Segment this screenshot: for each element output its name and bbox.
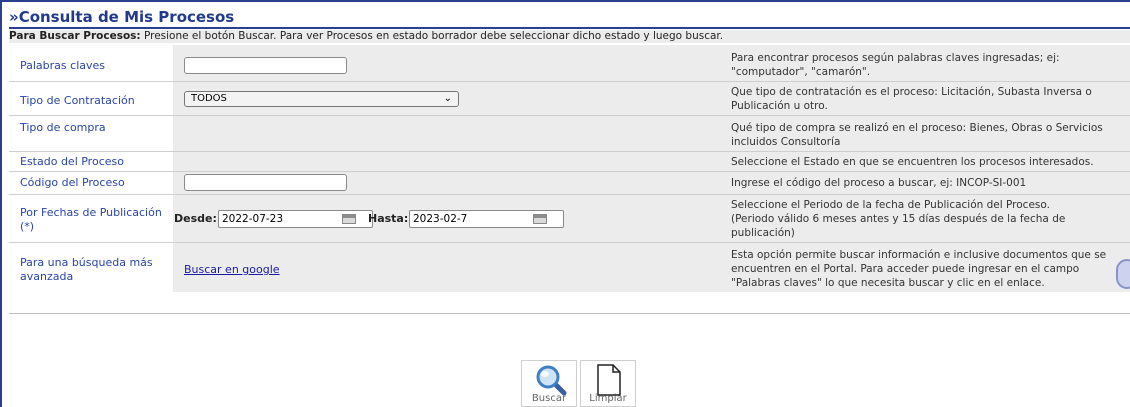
magnifier-icon xyxy=(536,365,567,396)
row-advanced: Para una búsqueda más avanzada Buscar en… xyxy=(9,243,1130,292)
clear-button[interactable]: Limpiar xyxy=(580,360,636,407)
contract-type-select[interactable]: TODOS ⌄ xyxy=(184,91,459,107)
contract-type-label: Tipo de Contratación xyxy=(20,94,135,107)
to-date-label: Hasta: xyxy=(368,212,409,225)
code-help: Ingrese el código del proceso a buscar, … xyxy=(731,177,1027,189)
row-status: Estado del Proceso Seleccione el Estado … xyxy=(9,152,1130,172)
search-button[interactable]: Buscar xyxy=(521,360,577,407)
status-help: Seleccione el Estado en que se encuentre… xyxy=(731,156,1094,168)
contract-type-selected: TODOS xyxy=(191,93,227,104)
keywords-help-line1: Para encontrar procesos según palabras c… xyxy=(731,52,1060,64)
blank-document-icon xyxy=(597,364,621,396)
chevron-down-icon: ⌄ xyxy=(443,93,452,104)
contract-type-help-line1: Que tipo de contratación es el proceso: … xyxy=(731,86,1092,98)
code-input[interactable] xyxy=(184,174,347,191)
row-keywords: Palabras claves Para encontrar procesos … xyxy=(9,45,1130,82)
dates-label-line1: Por Fechas de Publicación xyxy=(20,206,162,219)
advanced-help-line1: Esta opción permite buscar información e… xyxy=(731,249,1107,261)
clear-button-label: Limpiar xyxy=(589,393,627,404)
row-code: Código del Proceso Ingrese el código del… xyxy=(9,172,1130,195)
row-purchase-type: Tipo de compra Qué tipo de compra se rea… xyxy=(9,116,1130,152)
instructions-bold: Para Buscar Procesos: xyxy=(9,30,141,42)
keywords-input[interactable] xyxy=(184,57,347,74)
dates-label-line2: (*) xyxy=(20,220,35,233)
search-form: Palabras claves Para encontrar procesos … xyxy=(9,45,1130,314)
dates-help-line1: Seleccione el Periodo de la fecha de Pub… xyxy=(731,199,1050,211)
search-button-label: Buscar xyxy=(531,393,567,404)
advanced-label-line2: avanzada xyxy=(20,270,74,283)
google-search-link[interactable]: Buscar en google xyxy=(184,263,280,276)
keywords-label: Palabras claves xyxy=(20,59,106,72)
instructions-text: Presione el botón Buscar. Para ver Proce… xyxy=(140,30,724,42)
code-label: Código del Proceso xyxy=(20,176,125,189)
search-instructions: Para Buscar Procesos: Presione el botón … xyxy=(9,30,1130,43)
page-title: »Consulta de Mis Procesos xyxy=(9,9,1130,29)
from-date-label: Desde: xyxy=(174,212,217,225)
dates-help-line3: publicación) xyxy=(731,227,795,239)
purchase-type-help-line1: Qué tipo de compra se realizó en el proc… xyxy=(731,122,1103,134)
purchase-type-help-line2: incluidos Consultoría xyxy=(731,136,841,148)
status-label: Estado del Proceso xyxy=(20,155,124,168)
advanced-help-line2: encuentren en el Portal. Para acceder pu… xyxy=(731,263,1080,275)
contract-type-help-line2: Publicación u otro. xyxy=(731,100,828,112)
dates-help-line2: (Periodo válido 6 meses antes y 15 días … xyxy=(731,213,1066,225)
calendar-icon[interactable] xyxy=(342,214,356,224)
row-dates: Por Fechas de Publicación (*) Desde: 202… xyxy=(9,195,1130,243)
purchase-type-label: Tipo de compra xyxy=(20,121,106,134)
calendar-icon[interactable] xyxy=(533,214,547,224)
advanced-label-line1: Para una búsqueda más xyxy=(20,256,153,269)
floating-scroll-button[interactable] xyxy=(1116,259,1130,289)
keywords-help-line2: "computador", "camarón". xyxy=(731,66,871,78)
advanced-help-line3: "Palabras claves" lo que necesita buscar… xyxy=(731,277,1045,289)
row-contract-type: Tipo de Contratación TODOS ⌄ Que tipo de… xyxy=(9,82,1130,116)
